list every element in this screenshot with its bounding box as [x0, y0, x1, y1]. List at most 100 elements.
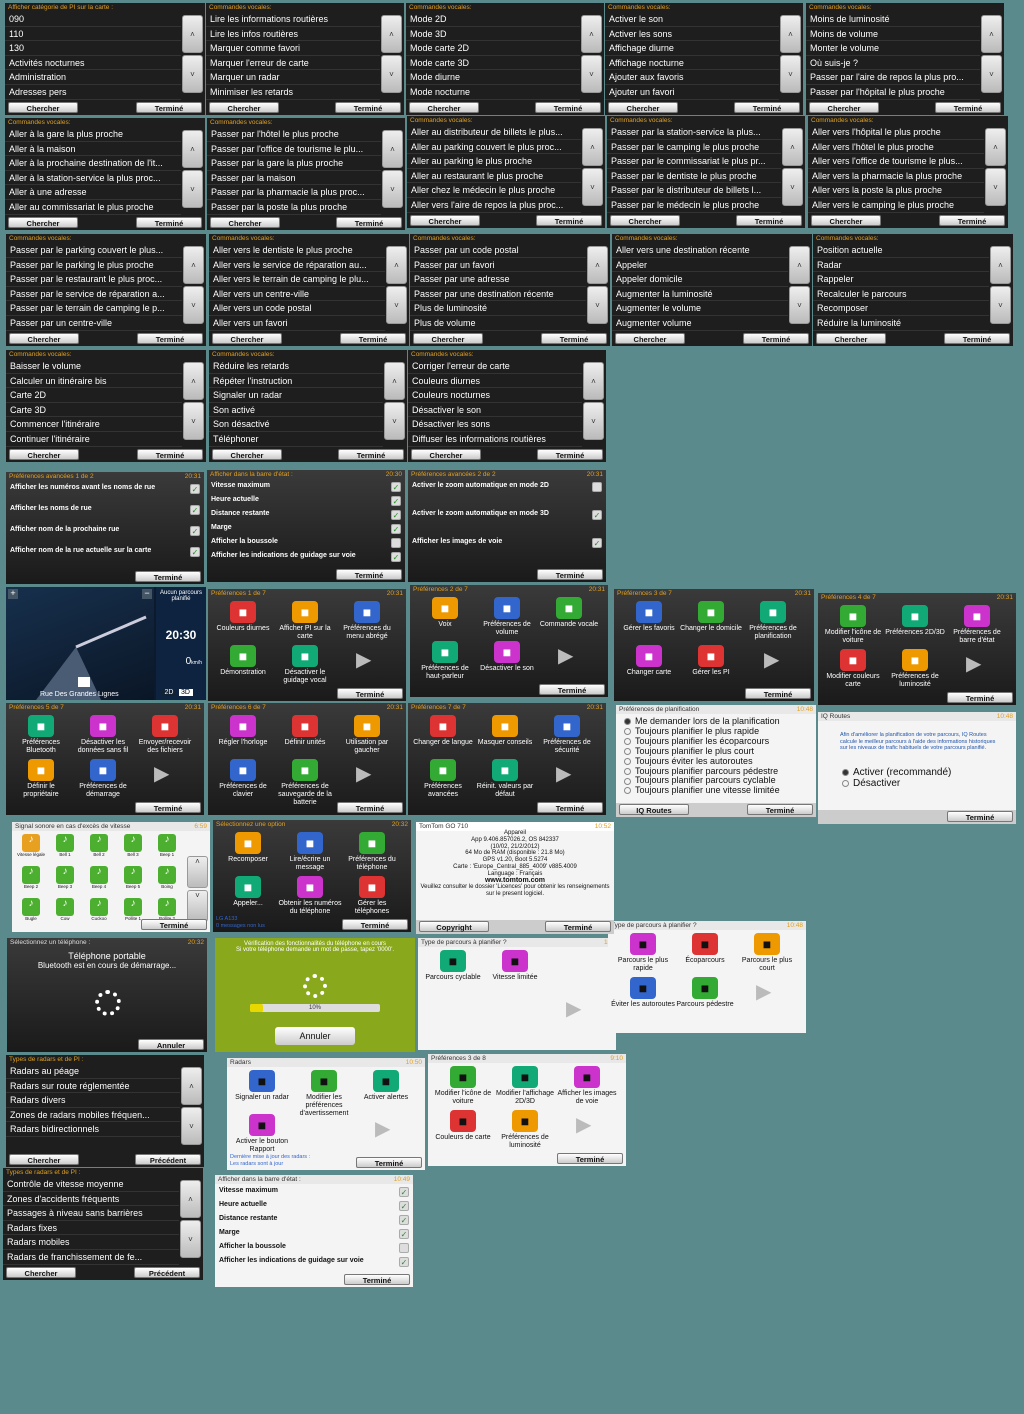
list-item[interactable]: Ajouter aux favoris [605, 70, 779, 85]
list-item[interactable]: Marquer comme favori [206, 41, 380, 56]
list-item[interactable]: Aller vers un centre-ville [209, 287, 385, 302]
list-item[interactable]: Plus de luminosité [410, 301, 586, 316]
done-button[interactable]: Terminé [356, 1157, 422, 1168]
list-item[interactable]: Activer les sons [605, 27, 779, 42]
next-arrow-icon[interactable]: ▶ [356, 647, 371, 672]
list-item[interactable]: Radars sur route réglementée [6, 1079, 180, 1094]
scroll-down-button[interactable]: ˅ [782, 168, 803, 206]
next-arrow-icon[interactable]: ▶ [764, 647, 779, 672]
done-button[interactable]: Terminé [935, 102, 1001, 113]
checkbox[interactable]: ✓ [592, 510, 602, 520]
list-item[interactable]: Continuer l'itinéraire [6, 432, 182, 447]
list-item[interactable]: Aller à la gare la plus proche [5, 127, 181, 142]
list-item[interactable]: Baisser le volume [6, 359, 182, 374]
list-item[interactable]: Passer par la maison [207, 171, 381, 186]
next-arrow-icon[interactable]: ▶ [556, 761, 571, 786]
search-button[interactable]: Chercher [210, 217, 280, 228]
list-item[interactable]: Où suis-je ? [806, 56, 980, 71]
checkbox[interactable]: ✓ [399, 1187, 409, 1197]
checkbox[interactable]: ✓ [399, 1215, 409, 1225]
cancel-button[interactable]: Annuler [275, 1027, 355, 1045]
scroll-up-button[interactable]: ˄ [587, 246, 608, 284]
sound-option[interactable]: ♪ Bell 1 [50, 834, 80, 857]
done-button[interactable]: Terminé [545, 921, 611, 932]
list-item[interactable]: Augmenter la luminosité [612, 287, 788, 302]
sound-option[interactable]: ♪ Beep 2 [16, 866, 46, 889]
list-item[interactable]: Appeler [612, 258, 788, 273]
checkbox[interactable]: ✓ [592, 538, 602, 548]
list-item[interactable]: Marquer l'erreur de carte [206, 56, 380, 71]
scroll-down-button[interactable]: ˅ [381, 55, 402, 93]
iq-routes-button[interactable]: IQ Routes [619, 804, 689, 815]
checkbox[interactable]: ✓ [399, 1257, 409, 1267]
list-item[interactable]: Couleurs nocturnes [408, 388, 582, 403]
list-item[interactable]: Aller vers la poste la plus proche [808, 183, 984, 198]
list-item[interactable]: Aller vers un favori [209, 316, 385, 331]
list-item[interactable]: Mode 3D [406, 27, 580, 42]
list-item[interactable]: Son désactivé [209, 417, 383, 432]
done-button[interactable]: Terminé [944, 333, 1010, 344]
list-item[interactable]: Mode carte 3D [406, 56, 580, 71]
next-arrow-icon[interactable]: ▶ [356, 761, 371, 786]
list-item[interactable]: Passer par l'aire de repos la plus pro..… [806, 70, 980, 85]
search-button[interactable]: Chercher [615, 333, 685, 344]
scroll-down-button[interactable]: ˅ [180, 1220, 201, 1258]
sound-option[interactable]: ♪ Bell 3 [118, 834, 148, 857]
zoom-out-button[interactable]: − [142, 589, 152, 599]
list-item[interactable]: Affichage nocturne [605, 56, 779, 71]
search-button[interactable]: Chercher [410, 215, 480, 226]
option-enable[interactable]: Activer (recommandé) [842, 767, 951, 778]
checkbox[interactable] [592, 482, 602, 492]
list-item[interactable]: Passer par le terrain de camping le p... [6, 301, 182, 316]
list-item[interactable]: Aller chez le médecin le plus proche [407, 183, 581, 198]
list-item[interactable]: Aller à la station-service la plus proc.… [5, 171, 181, 186]
checkbox[interactable] [399, 1243, 409, 1253]
done-button[interactable]: Terminé [539, 684, 605, 695]
list-item[interactable]: Aller à la prochaine destination de l'it… [5, 156, 181, 171]
done-button[interactable]: Terminé [743, 333, 809, 344]
scroll-up-button[interactable]: ˄ [582, 128, 603, 166]
list-item[interactable]: Administration [5, 70, 181, 85]
checkbox[interactable]: ✓ [391, 482, 401, 492]
scroll-up-button[interactable]: ˄ [384, 362, 405, 400]
list-item[interactable]: Passer par le camping le plus proche [607, 140, 781, 155]
scroll-down-button[interactable]: ˅ [386, 286, 407, 324]
list-item[interactable]: Activités nocturnes [5, 56, 181, 71]
search-button[interactable]: Chercher [816, 333, 886, 344]
list-item[interactable]: Corriger l'erreur de carte [408, 359, 582, 374]
list-item[interactable]: Signaler un radar [209, 388, 383, 403]
scroll-down-button[interactable]: ˅ [183, 402, 204, 440]
done-button[interactable]: Terminé [344, 1274, 410, 1285]
cancel-button[interactable]: Annuler [138, 1039, 204, 1050]
next-arrow-icon[interactable]: ▶ [576, 1112, 591, 1137]
list-item[interactable]: Moins de volume [806, 27, 980, 42]
search-button[interactable]: Chercher [809, 102, 879, 113]
scroll-up-button[interactable]: ˄ [782, 128, 803, 166]
checkbox[interactable]: ✓ [190, 505, 200, 515]
done-button[interactable]: Terminé [537, 569, 603, 580]
scroll-up-button[interactable]: ˄ [789, 246, 810, 284]
done-button[interactable]: Précédent [135, 1154, 201, 1165]
done-button[interactable]: Terminé [537, 449, 603, 460]
done-button[interactable]: Terminé [342, 919, 408, 930]
list-item[interactable]: Passer par un centre-ville [6, 316, 182, 331]
scroll-down-button[interactable]: ˅ [582, 168, 603, 206]
search-button[interactable]: Chercher [212, 449, 282, 460]
list-item[interactable]: Aller vers l'aire de repos la plus proc.… [407, 198, 581, 213]
done-button[interactable]: Terminé [141, 919, 207, 930]
done-button[interactable]: Précédent [134, 1267, 200, 1278]
done-button[interactable]: Terminé [747, 804, 813, 815]
scroll-down-button[interactable]: ˅ [789, 286, 810, 324]
list-item[interactable]: Répéter l'instruction [209, 374, 383, 389]
checkbox[interactable]: ✓ [190, 484, 200, 494]
planning-option[interactable]: Toujours planifier une vitesse limitée [624, 785, 780, 796]
list-item[interactable]: Aller vers le terrain de camping le plu.… [209, 272, 385, 287]
search-button[interactable]: Chercher [413, 333, 483, 344]
list-item[interactable]: Radars fixes [3, 1221, 179, 1236]
checkbox[interactable]: ✓ [190, 526, 200, 536]
search-button[interactable]: Chercher [6, 1267, 76, 1278]
checkbox[interactable]: ✓ [391, 510, 401, 520]
list-item[interactable]: Activer le son [605, 12, 779, 27]
list-item[interactable]: Aller vers l'hôpital le plus proche [808, 125, 984, 140]
list-item[interactable]: Minimiser les retards [206, 85, 380, 100]
